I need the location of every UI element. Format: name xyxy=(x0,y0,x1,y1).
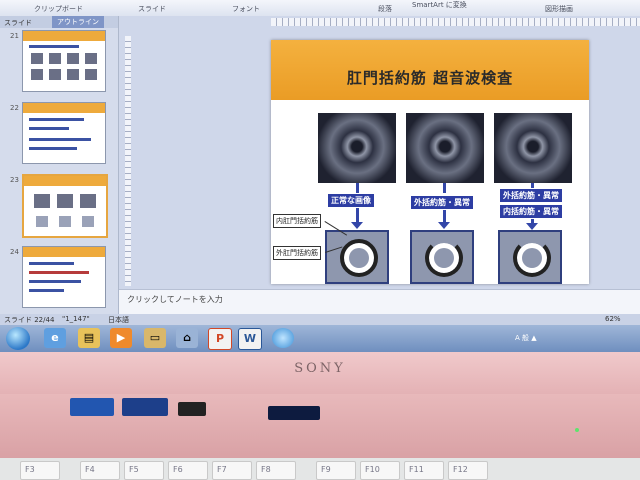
globe-icon[interactable] xyxy=(272,328,294,348)
slide-thumbnail-21[interactable] xyxy=(22,30,106,92)
ribbon-group-clipboard: クリップボード xyxy=(34,5,83,13)
key-f6[interactable]: F6 xyxy=(168,461,208,480)
sphincter-ring xyxy=(340,239,378,277)
key-f8[interactable]: F8 xyxy=(256,461,296,480)
key-f7[interactable]: F7 xyxy=(212,461,252,480)
nvidia-sticker-icon xyxy=(178,402,206,416)
label-external-abnormal[interactable]: 外括約筋・異常 xyxy=(410,195,474,210)
panel-tabs: スライド アウトライン xyxy=(0,16,118,28)
notes-pane[interactable]: クリックしてノートを入力 xyxy=(119,289,640,315)
diagram-external-abnormal[interactable] xyxy=(410,230,474,284)
key-f9[interactable]: F9 xyxy=(316,461,356,480)
slide-thumbnail-24[interactable] xyxy=(22,246,106,308)
sphincter-ring xyxy=(425,239,463,277)
current-slide[interactable]: 肛門括約筋 超音波検査 正常な画像 外括約筋・異常 外括約筋・異常 内括約筋・異… xyxy=(271,40,589,284)
monitor-screen: クリップボード スライド フォント 段落 SmartArt に変換 図形描画 ス… xyxy=(0,0,640,352)
key-f5[interactable]: F5 xyxy=(124,461,164,480)
thumb-number: 22 xyxy=(10,104,19,112)
diagram-combined-abnormal[interactable] xyxy=(498,230,562,284)
smartart-button[interactable]: SmartArt に変換 xyxy=(412,0,467,10)
sphincter-ring xyxy=(513,239,551,277)
folder-icon[interactable]: ▭ xyxy=(144,328,166,348)
diagram-normal[interactable] xyxy=(325,230,389,284)
key-f12[interactable]: F12 xyxy=(448,461,488,480)
key-f4[interactable]: F4 xyxy=(80,461,120,480)
windows-sticker-icon xyxy=(70,398,114,416)
theme-name: "1_147" xyxy=(62,315,90,323)
powerpoint-icon[interactable]: P xyxy=(208,328,232,350)
arrow-line xyxy=(356,208,359,222)
ribbon-group-slide: スライド xyxy=(138,5,166,13)
arrow-line xyxy=(443,208,446,222)
intel-sticker-icon xyxy=(122,398,168,416)
callout-external-sphincter[interactable]: 外肛門括約筋 xyxy=(273,246,321,260)
key-f11[interactable]: F11 xyxy=(404,461,444,480)
thumb-number: 24 xyxy=(10,248,19,256)
arrow-head-icon xyxy=(438,222,450,229)
slide-thumbnail-23-selected[interactable] xyxy=(22,174,108,238)
ultrasound-image-normal[interactable] xyxy=(318,113,396,183)
label-external-abnormal-2[interactable]: 外括約筋・異常 xyxy=(499,188,563,203)
arrow-line xyxy=(443,183,446,193)
ultrasound-image-external-abnormal[interactable] xyxy=(406,113,484,183)
zoom-level[interactable]: 62% xyxy=(605,315,621,323)
callout-internal-sphincter[interactable]: 内肛門括約筋 xyxy=(273,214,321,228)
bluray-sticker-icon xyxy=(268,406,320,420)
tab-outline[interactable]: アウトライン xyxy=(52,16,104,28)
ie-icon[interactable]: e xyxy=(44,328,66,348)
ribbon-group-font: フォント xyxy=(232,5,260,13)
tab-slides[interactable]: スライド xyxy=(4,18,32,28)
slide-thumbnail-22[interactable] xyxy=(22,102,106,164)
start-button-icon[interactable] xyxy=(6,327,30,350)
arrow-head-icon xyxy=(351,222,363,229)
ribbon-group-shapes: 図形描画 xyxy=(545,5,573,13)
arrow-head-icon xyxy=(526,223,538,230)
ribbon: クリップボード スライド フォント 段落 SmartArt に変換 図形描画 xyxy=(0,0,640,17)
network-icon[interactable]: ⌂ xyxy=(176,328,198,348)
key-f3[interactable]: F3 xyxy=(20,461,60,480)
keyboard-function-row: F3 F4 F5 F6 F7 F8 F9 F10 F11 F12 xyxy=(0,458,640,480)
brand-logo: SONY xyxy=(294,361,346,376)
thumb-number: 23 xyxy=(10,176,19,184)
laptop-bezel: SONY xyxy=(0,352,640,394)
windows-taskbar: e ▤ ▶ ▭ ⌂ P W A 般 ▲ xyxy=(0,325,640,352)
ultrasound-image-combined-abnormal[interactable] xyxy=(494,113,572,183)
label-internal-abnormal[interactable]: 内括約筋・異常 xyxy=(499,204,563,219)
system-tray[interactable]: A 般 ▲ xyxy=(515,333,537,343)
slide-counter: スライド 22/44 xyxy=(4,316,55,324)
explorer-icon[interactable]: ▤ xyxy=(78,328,100,348)
laptop-palmrest xyxy=(0,394,640,458)
notes-placeholder: クリックしてノートを入力 xyxy=(127,295,223,304)
media-icon[interactable]: ▶ xyxy=(110,328,132,348)
word-icon[interactable]: W xyxy=(238,328,262,350)
language-indicator: 日本語 xyxy=(108,316,129,324)
arrow-line xyxy=(356,183,359,193)
ribbon-group-paragraph: 段落 xyxy=(378,5,392,13)
slide-title[interactable]: 肛門括約筋 超音波検査 xyxy=(271,67,589,88)
status-bar: スライド 22/44 "1_147" 日本語 62% xyxy=(0,314,640,325)
thumb-number: 21 xyxy=(10,32,19,40)
slide-thumbnail-panel: スライド アウトライン 21 22 23 24 xyxy=(0,16,119,314)
key-f10[interactable]: F10 xyxy=(360,461,400,480)
label-normal-image[interactable]: 正常な画像 xyxy=(327,193,375,208)
power-led-icon xyxy=(575,428,579,432)
horizontal-ruler xyxy=(271,18,640,26)
vertical-ruler xyxy=(125,36,131,286)
